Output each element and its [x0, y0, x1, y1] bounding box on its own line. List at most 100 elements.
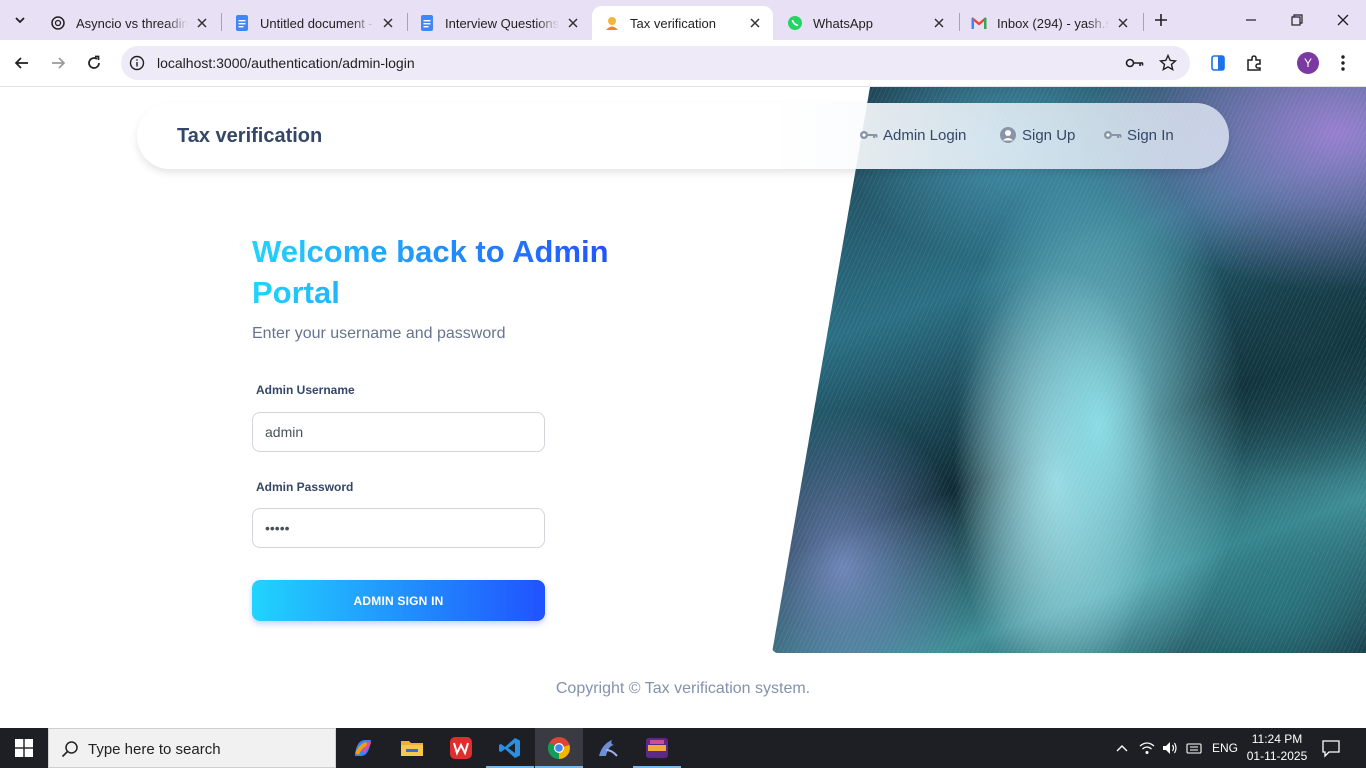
clock-time: 11:24 PM: [1251, 732, 1303, 746]
wps-office-icon: [450, 737, 472, 759]
address-bar[interactable]: localhost:3000/authentication/admin-logi…: [121, 46, 1190, 80]
file-explorer-icon: [401, 741, 423, 756]
password-label: Admin Password: [256, 480, 354, 494]
notification-icon[interactable]: [1321, 738, 1341, 758]
wifi-icon: [1139, 742, 1155, 754]
back-button[interactable]: [7, 48, 37, 78]
url-text[interactable]: localhost:3000/authentication/admin-logi…: [157, 55, 415, 71]
openai-icon: [50, 15, 66, 31]
vscode-icon: [499, 738, 520, 758]
copilot-icon: [355, 740, 372, 756]
docs-icon: [234, 15, 250, 31]
admin-sign-in-button[interactable]: ADMIN SIGN IN: [252, 580, 545, 621]
taskbar-app-file-explorer[interactable]: [388, 728, 436, 768]
browser-tab[interactable]: Untitled document - Google Docs: [222, 6, 406, 40]
forward-button[interactable]: [43, 48, 73, 78]
close-icon[interactable]: [1115, 15, 1131, 31]
welcome-heading: Welcome back to Admin Portal: [252, 231, 612, 313]
restore-icon: [1291, 14, 1303, 26]
top-navbar: Tax verification Admin Login Sign Up Sig…: [137, 103, 1229, 169]
side-panel-button[interactable]: [1207, 52, 1229, 74]
browser-tab-active[interactable]: Tax verification: [592, 6, 773, 40]
close-icon[interactable]: [931, 15, 947, 31]
nav-sign-in[interactable]: Sign In: [1103, 126, 1174, 144]
footer-copyright: Copyright © Tax verification system.: [555, 680, 811, 697]
search-icon: [61, 741, 78, 758]
arrow-left-icon: [14, 57, 28, 69]
side-panel-icon: [1211, 55, 1225, 71]
input-method-button[interactable]: [1184, 738, 1204, 758]
puzzle-icon: [1247, 55, 1261, 71]
profile-avatar[interactable]: Y: [1297, 52, 1319, 74]
kebab-menu-icon: [1341, 55, 1345, 71]
password-input[interactable]: [252, 508, 545, 548]
dolphin-icon: [599, 740, 618, 757]
start-button[interactable]: [0, 728, 48, 768]
nav-link-label: Sign In: [1127, 126, 1174, 144]
nav-link-label: Sign Up: [1022, 126, 1076, 144]
close-icon[interactable]: [747, 15, 763, 31]
browser-tab[interactable]: Interview Questions - Google Docs: [407, 6, 591, 40]
close-icon[interactable]: [194, 15, 210, 31]
browser-toolbar: localhost:3000/authentication/admin-logi…: [0, 40, 1366, 87]
page-content: Tax verification Admin Login Sign Up Sig…: [0, 87, 1366, 728]
key-icon: [859, 126, 879, 144]
volume-button[interactable]: [1160, 738, 1180, 758]
docs-icon: [419, 15, 435, 31]
taskbar-app-chrome[interactable]: [535, 728, 583, 768]
nav-link-label: Admin Login: [883, 126, 967, 144]
windows-taskbar: Type here to search ENG 11:24 PM 01-11-2…: [0, 728, 1366, 768]
tab-title: Inbox (294) - yash.sa: [997, 15, 1109, 31]
taskbar-search-box[interactable]: Type here to search: [48, 728, 336, 768]
minimize-button[interactable]: [1228, 0, 1274, 40]
app-icon: [604, 15, 620, 31]
close-icon[interactable]: [380, 15, 396, 31]
key-icon: [1103, 126, 1123, 144]
nav-admin-login[interactable]: Admin Login: [859, 126, 966, 144]
taskbar-app-copilot[interactable]: [339, 728, 387, 768]
bookmark-star-icon[interactable]: [1159, 54, 1177, 72]
info-icon[interactable]: [129, 55, 145, 71]
language-indicator[interactable]: ENG: [1212, 741, 1238, 755]
show-hidden-icons-button[interactable]: [1112, 738, 1132, 758]
clock-date: 01-11-2025: [1246, 749, 1308, 763]
password-key-icon[interactable]: [1125, 55, 1145, 71]
tab-search-button[interactable]: [7, 8, 33, 32]
tab-title: Untitled document - Google Docs: [260, 15, 374, 31]
system-clock[interactable]: 11:24 PM 01-11-2025: [1244, 731, 1310, 765]
background-wave-image: [772, 87, 1366, 653]
tab-title: Asyncio vs threading: [76, 15, 188, 31]
close-icon: [1337, 14, 1349, 26]
search-placeholder: Type here to search: [88, 741, 221, 758]
game-icon: [646, 738, 668, 758]
taskbar-app-dolphin[interactable]: [584, 728, 632, 768]
extensions-button[interactable]: [1243, 52, 1265, 74]
form-subtitle: Enter your username and password: [252, 325, 506, 342]
tab-title: Tax verification: [630, 15, 716, 31]
close-icon[interactable]: [565, 15, 581, 31]
browser-menu-button[interactable]: [1332, 52, 1354, 74]
minimize-icon: [1246, 19, 1256, 21]
new-tab-button[interactable]: [1150, 9, 1172, 31]
user-circle-icon: [998, 126, 1018, 144]
nav-sign-up[interactable]: Sign Up: [998, 126, 1075, 144]
chevron-down-icon: [15, 17, 25, 24]
browser-tab[interactable]: WhatsApp: [775, 6, 957, 40]
username-input[interactable]: [252, 412, 545, 452]
restore-button[interactable]: [1274, 0, 1320, 40]
keyboard-ime-icon: [1186, 743, 1202, 754]
browser-tab[interactable]: Inbox (294) - yash.sa: [959, 6, 1141, 40]
reload-button[interactable]: [79, 48, 109, 78]
taskbar-app-game[interactable]: [633, 728, 681, 768]
chrome-icon: [548, 737, 570, 759]
taskbar-app-wps-office[interactable]: [437, 728, 485, 768]
network-button[interactable]: [1137, 738, 1157, 758]
plus-icon: [1155, 14, 1167, 26]
chevron-up-icon: [1116, 745, 1128, 752]
browser-tab[interactable]: Asyncio vs threading: [38, 6, 220, 40]
navbar-brand[interactable]: Tax verification: [177, 125, 322, 148]
close-window-button[interactable]: [1320, 0, 1366, 40]
taskbar-app-vscode[interactable]: [486, 728, 534, 768]
tab-divider: [1143, 13, 1144, 31]
username-label: Admin Username: [256, 383, 355, 397]
